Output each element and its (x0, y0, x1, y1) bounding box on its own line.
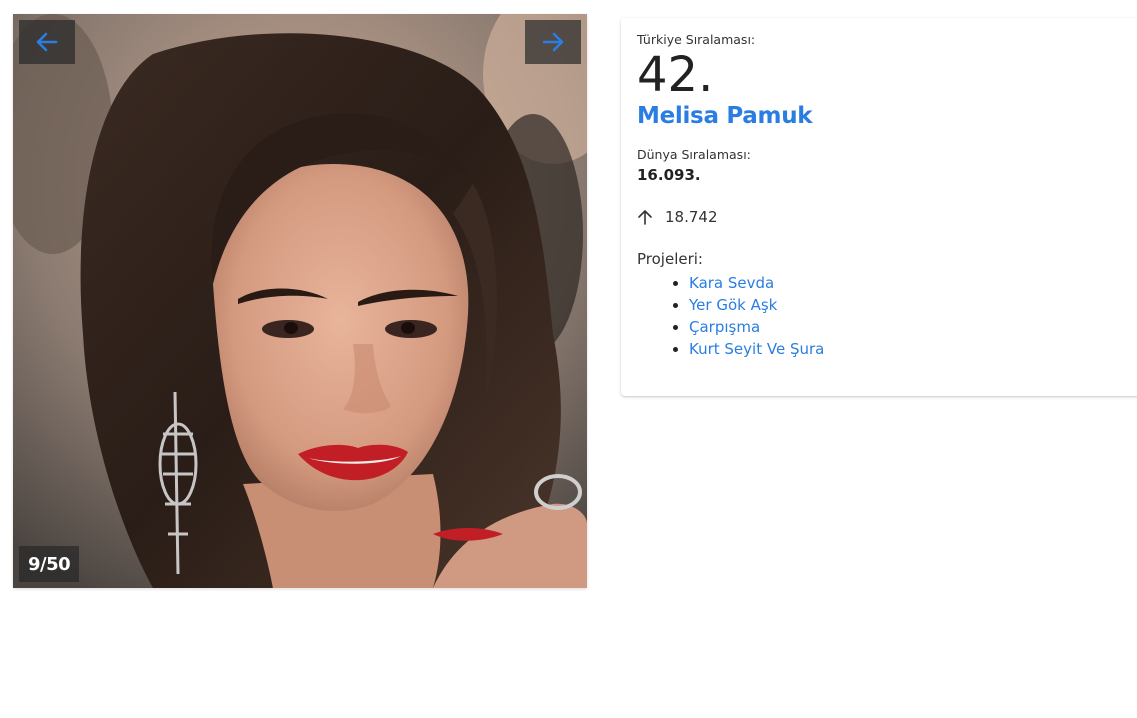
list-item: Kara Sevda (689, 272, 1135, 294)
previous-photo-button[interactable] (19, 20, 75, 64)
profile-photo-gallery: 9/50 (13, 14, 587, 588)
list-item: Kurt Seyit Ve Şura (689, 338, 1135, 360)
turkey-rank-value: 42. (637, 47, 714, 103)
arrow-left-icon (36, 32, 58, 52)
list-item: Yer Gök Aşk (689, 294, 1135, 316)
project-link[interactable]: Kurt Seyit Ve Şura (689, 340, 824, 358)
arrow-up-icon (638, 210, 652, 225)
person-name-link[interactable]: Melisa Pamuk (637, 103, 1135, 129)
world-rank-value: 16.093. (637, 166, 701, 184)
projects-list: Kara Sevda Yer Gök Aşk Çarpışma Kurt Sey… (637, 272, 1135, 360)
projects-label: Projeleri: (637, 250, 703, 268)
turkey-rank-label: Türkiye Sıralaması: (637, 32, 756, 47)
trend-row: 18.742 (637, 208, 1135, 226)
project-link[interactable]: Kara Sevda (689, 274, 774, 292)
next-photo-button[interactable] (525, 20, 581, 64)
photo-counter: 9/50 (19, 546, 80, 582)
list-item: Çarpışma (689, 316, 1135, 338)
profile-info-card: Türkiye Sıralaması: 42. Melisa Pamuk Dün… (621, 18, 1137, 396)
profile-photo (13, 14, 587, 588)
arrow-right-icon (542, 32, 564, 52)
trend-value: 18.742 (665, 208, 718, 226)
project-link[interactable]: Çarpışma (689, 318, 760, 336)
world-rank-label: Dünya Sıralaması: (637, 147, 751, 162)
project-link[interactable]: Yer Gök Aşk (689, 296, 777, 314)
